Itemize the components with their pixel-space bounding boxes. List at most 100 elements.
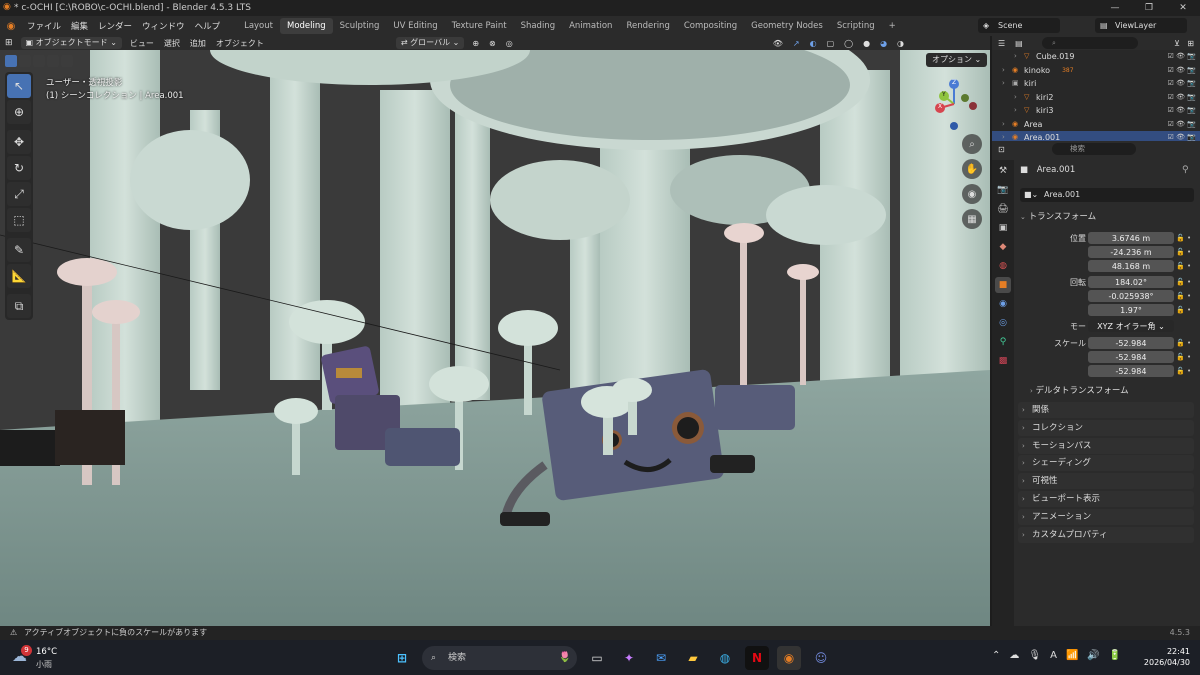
lock-icon[interactable]: 🔓 •	[1176, 337, 1191, 350]
render-tab-icon[interactable]: 📷	[995, 182, 1011, 198]
collapsed-panel[interactable]: › ビューポート表示	[1018, 491, 1194, 507]
cloud-icon[interactable]: ☁	[1009, 650, 1019, 661]
scale-x-field[interactable]: -52.984	[1088, 337, 1174, 349]
menu-view[interactable]: ビュー	[125, 38, 159, 49]
lock-icon[interactable]: 🔓 •	[1176, 290, 1191, 303]
outliner-row[interactable]: › ▽ kiri3 ☑ 👁 📷	[992, 104, 1200, 118]
delta-transform-header[interactable]: › デルタトランスフォーム	[1030, 384, 1190, 398]
gizmo-toggle-icon[interactable]: ↗	[788, 39, 805, 48]
weather-widget[interactable]: ☁ 9 16°C 小雨	[12, 645, 92, 671]
mode-dropdown[interactable]: ▣ オブジェクトモード ⌄	[20, 37, 122, 49]
transform-panel-header[interactable]: ⌄ トランスフォーム	[1020, 210, 1194, 224]
start-windows-icon[interactable]: ⊞	[390, 646, 414, 670]
tab-animation[interactable]: Animation	[562, 18, 619, 34]
collapsed-panel[interactable]: › シェーディング	[1018, 455, 1194, 472]
scale-tool-icon[interactable]: ⤢	[7, 182, 31, 206]
scene-selector[interactable]: ◈ Scene	[978, 18, 1060, 33]
tab-scripting[interactable]: Scripting	[830, 18, 882, 34]
zoom-icon[interactable]: ⌕	[962, 134, 982, 154]
file-explorer-icon[interactable]: ▰	[681, 646, 705, 670]
wifi-icon[interactable]: 📶	[1066, 650, 1078, 661]
tab-texture-paint[interactable]: Texture Paint	[445, 18, 514, 34]
outliner-row[interactable]: › ◉ Area ☑ 👁 📷	[992, 118, 1200, 132]
close-button[interactable]: ✕	[1166, 0, 1200, 16]
pan-hand-icon[interactable]: ✋	[962, 159, 982, 179]
object-tab-icon[interactable]: ■	[995, 277, 1011, 293]
expand-chevron-icon[interactable]: ›	[1014, 104, 1024, 118]
tab-compositing[interactable]: Compositing	[677, 18, 744, 34]
lock-icon[interactable]: 🔓 •	[1176, 260, 1191, 273]
tab-rendering[interactable]: Rendering	[619, 18, 676, 34]
scale-y-field[interactable]: -52.984	[1088, 351, 1174, 363]
menu-window[interactable]: ウィンドウ	[137, 20, 190, 32]
measure-tool-icon[interactable]: 📐	[7, 264, 31, 288]
properties-editor-icon[interactable]: ⊡	[992, 145, 1011, 154]
camera-view-icon[interactable]: ◉	[962, 184, 982, 204]
lock-icon[interactable]: 🔓 •	[1176, 304, 1191, 317]
editor-type-icon[interactable]: ⊞	[0, 38, 18, 48]
visibility-toggles-icon[interactable]: ☑ 👁 📷	[1168, 50, 1196, 64]
blender-taskbar-icon[interactable]: ◉	[777, 646, 801, 670]
outliner-row[interactable]: › ◉ kinoko 387 ☑ 👁 📷	[992, 64, 1200, 78]
physics-tab-icon[interactable]: ◎	[995, 315, 1011, 331]
add-workspace-button[interactable]: +	[882, 18, 903, 34]
scale-z-field[interactable]: -52.984	[1088, 365, 1174, 377]
select-invert-icon[interactable]	[47, 55, 59, 67]
snap-icon[interactable]: ⊗	[484, 39, 501, 48]
visibility-toggles-icon[interactable]: ☑ 👁 📷	[1168, 91, 1196, 105]
move-tool-icon[interactable]: ✥	[7, 130, 31, 154]
collapsed-panel[interactable]: › カスタムプロパティ	[1018, 526, 1194, 543]
discord-icon[interactable]: ☺	[809, 646, 833, 670]
clock[interactable]: 22:41 2026/04/30	[1138, 646, 1190, 668]
select-extend-icon[interactable]	[19, 55, 31, 67]
select-box-tool-icon[interactable]: ↖	[7, 74, 31, 98]
orientation-dropdown[interactable]: ⇄ グローバル ⌄	[395, 37, 465, 49]
properties-search-input[interactable]: 検索	[1052, 143, 1136, 155]
location-y-field[interactable]: -24.236 m	[1088, 246, 1174, 258]
collapsed-panel[interactable]: › モーションパス	[1018, 437, 1194, 454]
expand-chevron-icon[interactable]: ›	[1002, 77, 1012, 91]
select-intersect-icon[interactable]	[61, 55, 73, 67]
tab-shading[interactable]: Shading	[514, 18, 563, 34]
rotation-x-field[interactable]: 184.02°	[1088, 276, 1174, 288]
lock-icon[interactable]: 🔓 •	[1176, 246, 1191, 259]
menu-select[interactable]: 選択	[159, 38, 185, 49]
location-z-field[interactable]: 48.168 m	[1088, 260, 1174, 272]
volume-icon[interactable]: 🔊	[1087, 650, 1099, 661]
expand-chevron-icon[interactable]: ›	[1014, 50, 1024, 64]
tab-geometry-nodes[interactable]: Geometry Nodes	[744, 18, 830, 34]
microphone-icon[interactable]: 🎙	[1028, 650, 1041, 661]
select-new-icon[interactable]	[5, 55, 17, 67]
visibility-toggles-icon[interactable]: ☑ 👁 📷	[1168, 118, 1196, 132]
add-cube-tool-icon[interactable]: ⧉	[7, 294, 31, 318]
3d-viewport[interactable]	[0, 50, 990, 626]
modifier-tab-icon[interactable]: ◉	[995, 296, 1011, 312]
menu-help[interactable]: ヘルプ	[190, 20, 226, 32]
rotation-mode-dropdown[interactable]: XYZ オイラー角 ⌄	[1088, 320, 1174, 332]
texture-tab-icon[interactable]: ▩	[995, 353, 1011, 369]
task-view-icon[interactable]: ▭	[585, 646, 609, 670]
expand-chevron-icon[interactable]: ›	[1002, 64, 1012, 78]
ime-indicator[interactable]: A	[1050, 650, 1057, 661]
rotate-tool-icon[interactable]: ↻	[7, 156, 31, 180]
rotation-y-field[interactable]: -0.025938°	[1088, 290, 1174, 302]
view-layer-tab-icon[interactable]: ▣	[995, 220, 1011, 236]
battery-icon[interactable]: 🔋	[1109, 650, 1121, 661]
tab-layout[interactable]: Layout	[237, 18, 280, 34]
transform-tool-icon[interactable]: ⬚	[7, 208, 31, 232]
outliner-row[interactable]: › ▽ Cube.019 ☑ 👁 📷	[992, 50, 1200, 64]
outliner-search-input[interactable]: ⌕	[1042, 37, 1138, 49]
scene-tab-icon[interactable]: ◆	[995, 239, 1011, 255]
world-tab-icon[interactable]: ◍	[995, 258, 1011, 274]
menu-edit[interactable]: 編集	[66, 20, 93, 32]
overlay-toggle-icon[interactable]: ◐	[805, 39, 822, 48]
viewlayer-selector[interactable]: ▤ ViewLayer	[1095, 18, 1187, 33]
collapsed-panel[interactable]: › コレクション	[1018, 419, 1194, 436]
collapsed-panel[interactable]: › アニメーション	[1018, 508, 1194, 525]
menu-render[interactable]: レンダー	[93, 20, 137, 32]
pin-icon[interactable]: ⚲	[1182, 165, 1189, 175]
menu-add[interactable]: 追加	[185, 38, 211, 49]
options-dropdown[interactable]: オプション ⌄	[926, 53, 988, 67]
blender-menu-icon[interactable]: ◉	[0, 21, 22, 32]
output-tab-icon[interactable]: 🖨	[995, 201, 1011, 217]
